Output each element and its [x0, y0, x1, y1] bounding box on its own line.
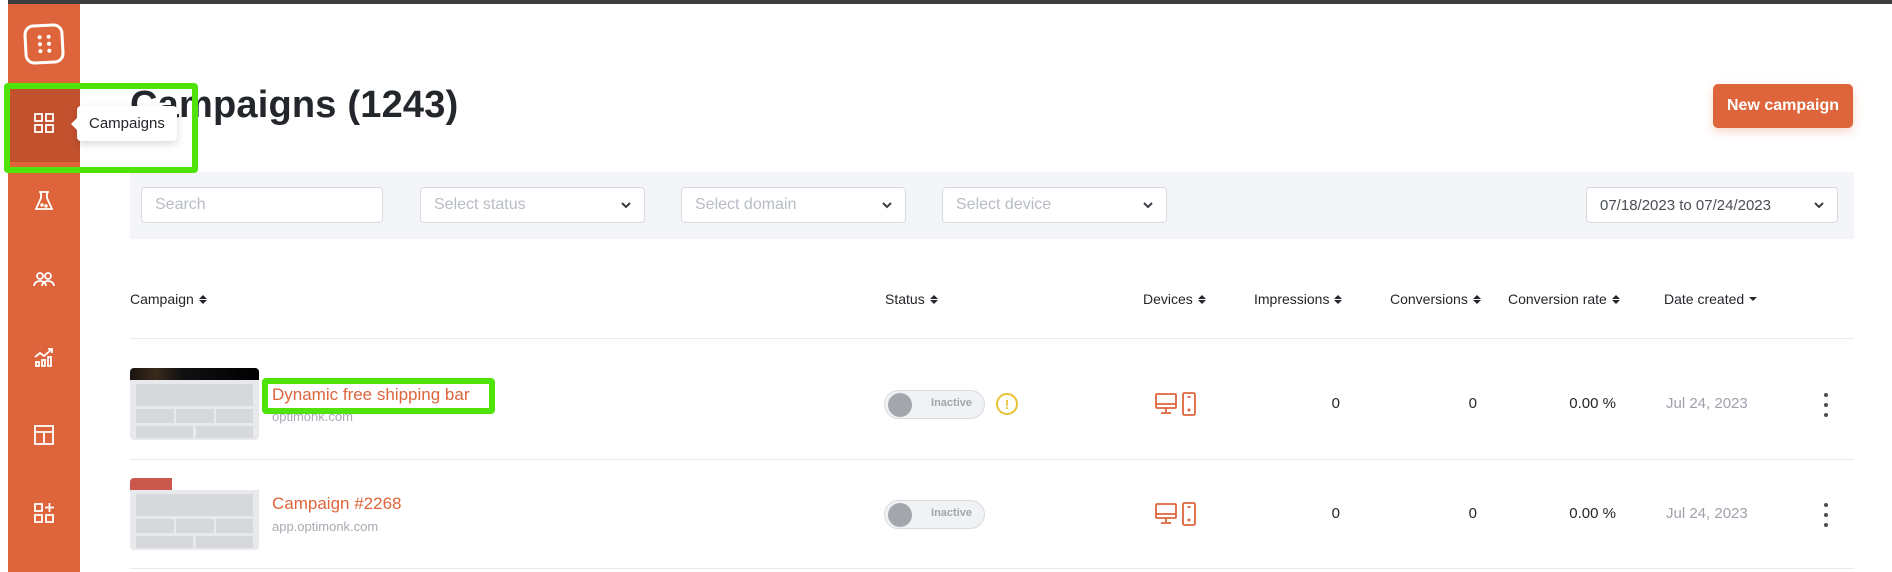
table-divider: [130, 568, 1854, 569]
layout-icon: [34, 425, 54, 445]
sort-icon: [198, 294, 207, 304]
sidebar-item-campaigns[interactable]: [8, 84, 80, 162]
campaign-domain: optimonk.com: [272, 409, 353, 424]
sort-icon: [1334, 294, 1343, 304]
desktop-icon: [1155, 503, 1177, 524]
toggle-knob: [888, 503, 912, 527]
page-title: Campaigns (1243): [130, 84, 459, 126]
date-created-value: Jul 24, 2023: [1666, 395, 1748, 412]
status-toggle[interactable]: Inactive: [884, 390, 985, 419]
column-header-impressions[interactable]: Impressions: [1254, 291, 1343, 307]
mobile-icon: [1182, 502, 1196, 526]
sort-icon: [1472, 294, 1481, 304]
warning-icon[interactable]: !: [996, 393, 1018, 415]
conversion-rate-value: 0.00 %: [1569, 395, 1616, 412]
grid-icon: [34, 113, 54, 133]
campaign-name-link[interactable]: Campaign #2268: [272, 494, 401, 514]
impressions-value: 0: [1331, 505, 1340, 522]
status-select[interactable]: Select status: [420, 187, 645, 223]
sidebar-item-subscribers[interactable]: [8, 240, 80, 318]
conversions-value: 0: [1468, 395, 1477, 412]
conversions-value: 0: [1468, 505, 1477, 522]
campaign-thumbnail[interactable]: [130, 478, 259, 550]
conversion-rate-value: 0.00 %: [1569, 505, 1616, 522]
domain-placeholder: Select domain: [695, 196, 797, 213]
sidebar: [8, 4, 80, 572]
table-divider: [130, 338, 1854, 339]
desktop-icon: [1155, 393, 1177, 414]
new-campaign-button[interactable]: New campaign: [1713, 84, 1853, 128]
chevron-down-icon: [1814, 202, 1824, 209]
filter-bar: Search Select status Select domain Selec…: [130, 172, 1854, 239]
search-input[interactable]: Search: [141, 187, 383, 223]
tooltip-text: Campaigns: [89, 115, 165, 132]
column-header-conversion-rate[interactable]: Conversion rate: [1508, 291, 1620, 307]
logo-icon[interactable]: [22, 22, 66, 66]
column-header-status[interactable]: Status: [885, 291, 938, 307]
column-header-date-created[interactable]: Date created: [1664, 291, 1758, 307]
device-placeholder: Select device: [956, 196, 1052, 213]
campaign-name-link[interactable]: Dynamic free shipping bar: [272, 385, 469, 405]
sidebar-item-experiments[interactable]: [8, 162, 80, 240]
users-icon: [33, 272, 55, 287]
search-placeholder: Search: [155, 196, 206, 213]
sidebar-tooltip: Campaigns: [71, 106, 177, 141]
flask-icon: [34, 191, 54, 210]
column-header-label: Status: [885, 291, 925, 307]
column-header-label: Devices: [1143, 291, 1193, 307]
sort-icon: [929, 294, 938, 304]
sort-icon: [1611, 294, 1620, 304]
mobile-icon: [1182, 392, 1196, 416]
column-header-conversions[interactable]: Conversions: [1390, 291, 1481, 307]
sort-desc-icon: [1749, 297, 1758, 301]
chart-icon: [34, 348, 53, 367]
campaign-domain: app.optimonk.com: [272, 519, 379, 534]
date-range-picker[interactable]: 07/18/2023 to 07/24/2023: [1586, 187, 1838, 223]
sidebar-item-integrations[interactable]: [8, 474, 80, 552]
status-toggle[interactable]: Inactive: [884, 500, 985, 529]
add-apps-icon: [34, 503, 54, 523]
table-divider: [130, 459, 1854, 460]
impressions-value: 0: [1331, 395, 1340, 412]
domain-select[interactable]: Select domain: [681, 187, 906, 223]
device-select[interactable]: Select device: [942, 187, 1167, 223]
window-top-bar: [8, 0, 1892, 4]
column-header-label: Date created: [1664, 291, 1745, 307]
chevron-down-icon: [882, 202, 892, 209]
column-header-label: Impressions: [1254, 291, 1330, 307]
chevron-down-icon: [621, 202, 631, 209]
column-header-label: Conversion rate: [1508, 291, 1607, 307]
status-placeholder: Select status: [434, 196, 526, 213]
date-created-value: Jul 24, 2023: [1666, 505, 1748, 522]
column-header-devices[interactable]: Devices: [1143, 291, 1206, 307]
sidebar-item-templates[interactable]: [8, 396, 80, 474]
sidebar-item-analytics[interactable]: [8, 318, 80, 396]
column-header-label: Campaign: [130, 291, 194, 307]
more-options-icon[interactable]: [1820, 393, 1832, 417]
column-header-label: Conversions: [1390, 291, 1468, 307]
status-label: Inactive: [931, 397, 972, 409]
date-range-value: 07/18/2023 to 07/24/2023: [1600, 196, 1771, 214]
chevron-down-icon: [1143, 202, 1153, 209]
sort-icon: [1197, 294, 1206, 304]
status-label: Inactive: [931, 507, 972, 519]
toggle-knob: [888, 393, 912, 417]
column-header-campaign[interactable]: Campaign: [130, 291, 207, 307]
more-options-icon[interactable]: [1820, 503, 1832, 527]
campaign-thumbnail[interactable]: [130, 368, 259, 440]
